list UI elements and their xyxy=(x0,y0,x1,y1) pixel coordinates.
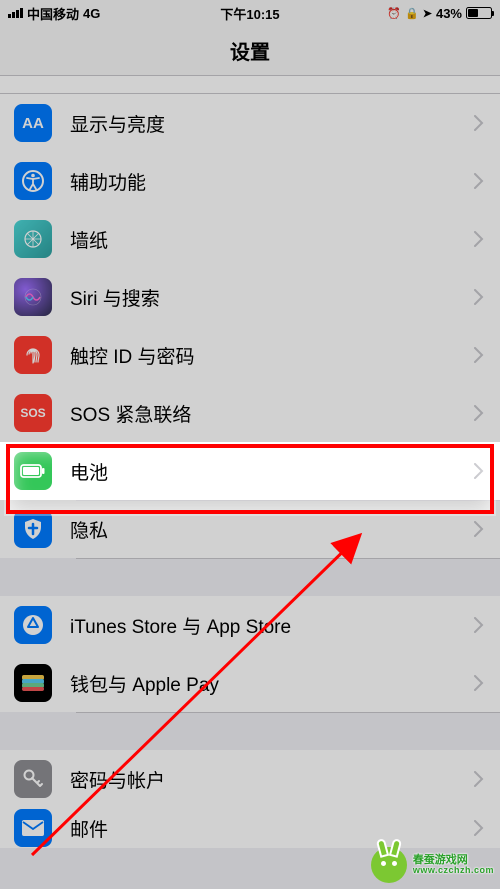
mail-icon xyxy=(14,809,52,847)
row-label: 密码与帐户 xyxy=(70,766,474,793)
row-privacy[interactable]: 隐私 xyxy=(0,500,500,558)
chevron-right-icon xyxy=(474,405,484,421)
watermark-text: 春蚕游戏网 www.czchzh.com xyxy=(413,854,494,876)
status-left: 中国移动 4G xyxy=(8,4,100,23)
network-label: 4G xyxy=(83,6,100,21)
row-label: 墙纸 xyxy=(70,226,474,253)
display-icon: AA xyxy=(14,104,52,142)
sos-icon: SOS xyxy=(14,394,52,432)
status-bar: 中国移动 4G 下午10:15 ⏰ 🔒 ➤ 43% xyxy=(0,0,500,26)
chevron-right-icon xyxy=(474,675,484,691)
row-sos[interactable]: SOS SOS 紧急联络 xyxy=(0,384,500,442)
lock-icon: 🔒 xyxy=(405,7,419,20)
appstore-icon xyxy=(14,606,52,644)
accessibility-icon xyxy=(14,162,52,200)
row-display-brightness[interactable]: AA 显示与亮度 xyxy=(0,94,500,152)
wallet-icon xyxy=(14,664,52,702)
battery-pct-label: 43% xyxy=(436,6,462,21)
privacy-icon xyxy=(14,510,52,548)
battery-setting-icon xyxy=(14,452,52,490)
row-label: 辅助功能 xyxy=(70,168,474,195)
settings-list: AA 显示与亮度 辅助功能 墙纸 Siri 与搜索 触控 ID 与密码 SOS … xyxy=(0,76,500,848)
chevron-right-icon xyxy=(474,463,484,479)
watermark-logo-icon xyxy=(371,847,407,883)
status-right: ⏰ 🔒 ➤ 43% xyxy=(387,6,492,21)
row-mail[interactable]: 邮件 xyxy=(0,808,500,848)
alarm-icon: ⏰ xyxy=(387,7,401,20)
signal-icon xyxy=(8,8,23,18)
row-label: 显示与亮度 xyxy=(70,110,474,137)
group-gap xyxy=(0,558,500,596)
chevron-right-icon xyxy=(474,231,484,247)
chevron-right-icon xyxy=(474,820,484,836)
row-itunes-appstore[interactable]: iTunes Store 与 App Store xyxy=(0,596,500,654)
row-label: SOS 紧急联络 xyxy=(70,400,474,427)
row-label: 钱包与 Apple Pay xyxy=(70,670,474,697)
row-label: 电池 xyxy=(70,458,474,485)
row-label: 邮件 xyxy=(70,815,474,842)
group-gap xyxy=(0,712,500,750)
wallpaper-icon xyxy=(14,220,52,258)
row-accessibility[interactable]: 辅助功能 xyxy=(0,152,500,210)
fingerprint-icon xyxy=(14,336,52,374)
row-touchid-passcode[interactable]: 触控 ID 与密码 xyxy=(0,326,500,384)
siri-icon xyxy=(14,278,52,316)
key-icon xyxy=(14,760,52,798)
row-label: iTunes Store 与 App Store xyxy=(70,612,474,639)
watermark: 春蚕游戏网 www.czchzh.com xyxy=(371,847,494,883)
row-battery[interactable]: 电池 xyxy=(0,442,500,500)
row-siri-search[interactable]: Siri 与搜索 xyxy=(0,268,500,326)
row-label: Siri 与搜索 xyxy=(70,284,474,311)
row-label: 触控 ID 与密码 xyxy=(70,342,474,369)
nav-bar: 设置 xyxy=(0,26,500,76)
chevron-right-icon xyxy=(474,771,484,787)
row-wallpaper[interactable]: 墙纸 xyxy=(0,210,500,268)
carrier-label: 中国移动 xyxy=(27,4,79,23)
chevron-right-icon xyxy=(474,289,484,305)
location-icon: ➤ xyxy=(423,7,432,20)
row-label: 隐私 xyxy=(70,516,474,543)
time-label: 下午10:15 xyxy=(220,4,279,23)
chevron-right-icon xyxy=(474,617,484,633)
chevron-right-icon xyxy=(474,521,484,537)
page-title: 设置 xyxy=(230,36,270,65)
chevron-right-icon xyxy=(474,115,484,131)
row-passwords-accounts[interactable]: 密码与帐户 xyxy=(0,750,500,808)
chevron-right-icon xyxy=(474,173,484,189)
row-wallet-applepay[interactable]: 钱包与 Apple Pay xyxy=(0,654,500,712)
watermark-line2: www.czchzh.com xyxy=(413,866,494,876)
battery-icon xyxy=(466,7,492,19)
chevron-right-icon xyxy=(474,347,484,363)
partial-row-top xyxy=(0,76,500,94)
